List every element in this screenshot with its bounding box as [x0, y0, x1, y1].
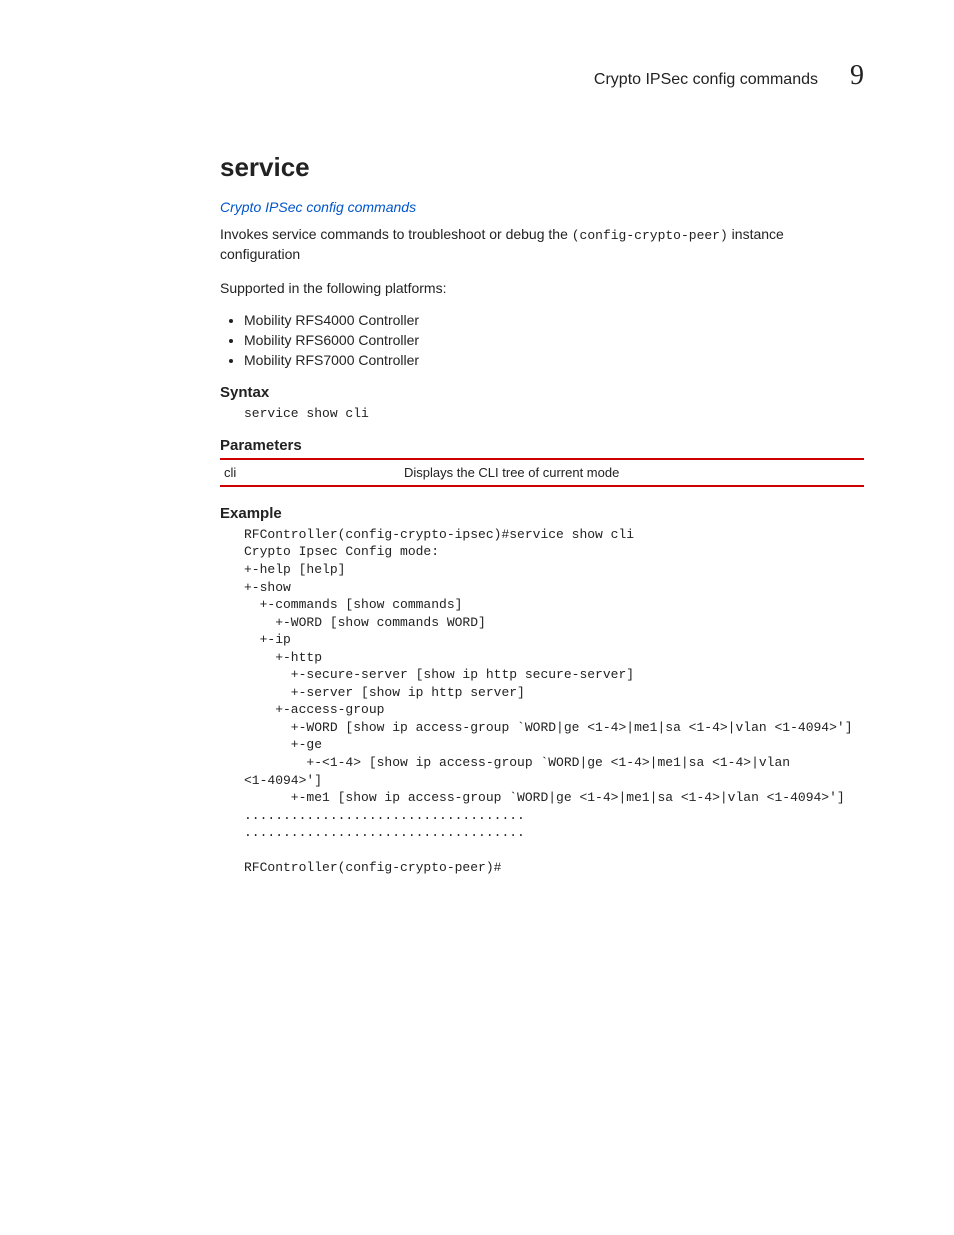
supported-intro: Supported in the following platforms: [220, 279, 864, 299]
intro-paragraph: Invokes service commands to troubleshoot… [220, 225, 864, 265]
syntax-code: service show cli [244, 405, 864, 423]
example-heading: Example [220, 505, 864, 522]
example-code: RFController(config-crypto-ipsec)#servic… [244, 526, 864, 877]
intro-text-pre: Invokes service commands to troubleshoot… [220, 226, 572, 242]
platform-item: Mobility RFS7000 Controller [244, 352, 864, 368]
page: Crypto IPSec config commands 9 service C… [0, 0, 954, 951]
page-header: Crypto IPSec config commands 9 [220, 60, 864, 92]
parameters-table: cli Displays the CLI tree of current mod… [220, 458, 864, 487]
platform-item: Mobility RFS6000 Controller [244, 332, 864, 348]
command-title: service [220, 152, 864, 183]
parameter-desc: Displays the CLI tree of current mode [404, 465, 860, 480]
platforms-list: Mobility RFS4000 Controller Mobility RFS… [220, 312, 864, 368]
parameters-heading: Parameters [220, 437, 864, 454]
platform-item: Mobility RFS4000 Controller [244, 312, 864, 328]
section-link[interactable]: Crypto IPSec config commands [220, 199, 416, 215]
header-section-title: Crypto IPSec config commands [594, 71, 818, 89]
parameter-key: cli [224, 465, 404, 480]
chapter-number: 9 [850, 60, 864, 92]
parameter-row: cli Displays the CLI tree of current mod… [220, 460, 864, 485]
syntax-heading: Syntax [220, 384, 864, 401]
intro-code: (config-crypto-peer) [572, 228, 728, 243]
